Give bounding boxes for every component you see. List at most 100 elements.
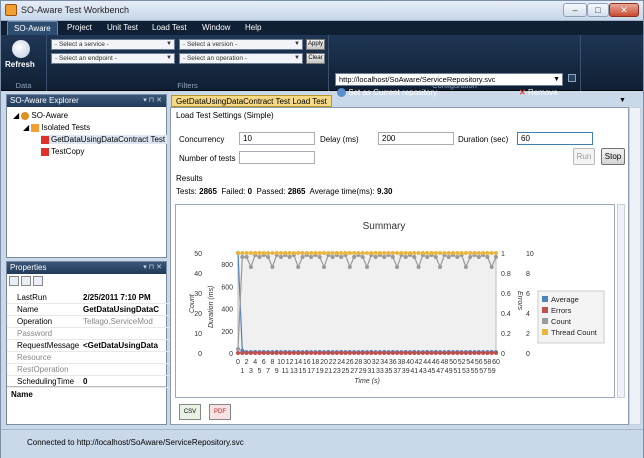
duration-tick-label: 200 [221,329,233,336]
refresh-icon[interactable] [12,40,30,58]
tab-list-icon[interactable]: ▼ [619,97,626,104]
data-point-errors [257,351,262,355]
csv-export-icon[interactable]: CSV [179,404,201,420]
x-tick-label: 57 [479,368,487,375]
data-point-thread-count [455,251,460,255]
data-point-errors [382,351,387,355]
x-tick-label: 40 [406,359,414,366]
property-value[interactable]: <GetDataUsingData [83,340,169,351]
tree-item-test-2[interactable]: TestCopy [41,147,84,156]
data-point-thread-count [489,251,494,255]
chart-scrollbar[interactable] [617,204,625,398]
remove-button[interactable]: ✕ Remove [519,88,558,97]
repository-options-icon[interactable] [568,74,576,82]
data-point-count [463,265,468,269]
maximize-button[interactable]: □ [587,3,609,17]
data-point-errors [433,351,438,355]
tree-root-label: SO-Aware [31,111,69,120]
data-point-count [287,255,292,259]
tests-count-label: Tests: [176,187,197,196]
data-point-errors [429,351,434,355]
property-row[interactable]: Resource [7,352,170,364]
menu-so-aware[interactable]: SO-Aware [7,21,58,35]
apply-button[interactable]: Apply [306,39,325,50]
categorized-icon[interactable] [9,276,19,286]
pdf-export-icon[interactable]: PDF [209,404,231,420]
property-row[interactable]: RequestMessage <GetDataUsingData [7,340,170,352]
data-point-errors [416,351,421,355]
menu-load-test[interactable]: Load Test [152,23,187,32]
property-key: RequestMessage [17,341,80,350]
delay-input[interactable]: 200 [378,132,454,145]
x-tick-label: 28 [355,359,363,366]
menu-window[interactable]: Window [202,23,230,32]
failed-label: Failed: [221,187,246,196]
clear-button[interactable]: Clear [306,53,325,64]
minimize-button[interactable]: – [563,3,587,17]
version-select[interactable]: - Select a version - ▼ [179,39,303,50]
x-tick-label: 19 [316,368,324,375]
pin-icon[interactable]: ▾ ⊓ ✕ [143,262,162,274]
property-value[interactable]: 2/25/2011 7:10 PM [83,292,169,303]
data-point-errors [240,351,245,355]
pin-icon[interactable]: ▾ ⊓ ✕ [143,95,162,107]
filters-group-label: Filters [177,81,198,90]
tab-load-test[interactable]: GetDataUsingDataContract Test Load Test [171,95,332,107]
menu-help[interactable]: Help [245,23,261,32]
menu-bar: SO-Aware Project Unit Test Load Test Win… [1,21,643,35]
app-window: SO-Aware Test Workbench – □ ✕ SO-Aware P… [0,0,644,458]
x-tick-label: 6 [262,359,266,366]
data-point-errors [287,351,292,355]
tests-count: 2865 [199,187,217,196]
document-scrollbar[interactable] [629,107,641,425]
number-of-tests-input[interactable] [239,151,315,164]
tree-group[interactable]: ◢ Isolated Tests [23,123,90,132]
repository-url-select[interactable]: http://localhost/SoAware/ServiceReposito… [335,73,563,86]
repository-url-text: http://localhost/SoAware/ServiceReposito… [339,75,496,84]
menu-unit-test[interactable]: Unit Test [107,23,138,32]
property-pages-icon[interactable] [33,276,44,286]
stop-button[interactable]: Stop [601,148,625,165]
x-tick-label: 58 [484,359,492,366]
ribbon-group-data: Refresh Data [1,35,47,91]
data-point-count [248,265,253,269]
data-point-thread-count [442,251,447,255]
data-point-errors [472,351,477,355]
property-row[interactable]: Name GetDataUsingDataC [7,304,170,316]
concurrency-input[interactable]: 10 [239,132,315,145]
run-button[interactable]: Run [573,148,595,165]
data-point-thread-count [373,251,378,255]
data-point-count [244,255,249,259]
sort-alpha-icon[interactable] [21,276,32,286]
x-tick-label: 37 [393,368,401,375]
property-row[interactable]: LastRun 2/25/2011 7:10 PM [7,292,170,304]
set-current-repository-button[interactable]: Set as Current repository [337,88,437,98]
property-row[interactable]: Password [7,328,170,340]
x-tick-label: 32 [372,359,380,366]
x-tick-label: 41 [410,368,418,375]
tree-root[interactable]: ◢ SO-Aware [13,111,68,120]
errors-tick-label: 1 [501,251,505,258]
data-point-count [373,255,378,259]
x-tick-label: 53 [462,368,470,375]
data-point-count [279,255,283,259]
tree-item-test-1[interactable]: GetDataUsingDataContract Test [41,135,168,144]
duration-input[interactable]: 60 [517,132,593,145]
data-point-count [330,255,335,259]
operation-select[interactable]: - Select an operation - ▼ [179,53,303,64]
summary-chart: Summary01020304050020040060080000.20.40.… [189,221,605,385]
data-point-thread-count [481,251,486,255]
refresh-button[interactable]: Refresh [5,60,35,69]
x-tick-label: 50 [449,359,457,366]
property-row[interactable]: Operation Tellago.ServiceMod [7,316,170,328]
property-value[interactable]: GetDataUsingDataC [83,304,169,315]
data-point-thread-count [304,251,309,255]
data-point-thread-count [300,251,305,255]
service-select[interactable]: - Select a service - ▼ [51,39,175,50]
menu-project[interactable]: Project [67,23,92,32]
property-row[interactable]: RestOperation [7,364,170,376]
endpoint-select[interactable]: - Select an endpoint - ▼ [51,53,175,64]
data-point-errors [279,351,283,355]
property-value[interactable]: Tellago.ServiceMod [83,316,169,327]
close-button[interactable]: ✕ [609,3,639,17]
